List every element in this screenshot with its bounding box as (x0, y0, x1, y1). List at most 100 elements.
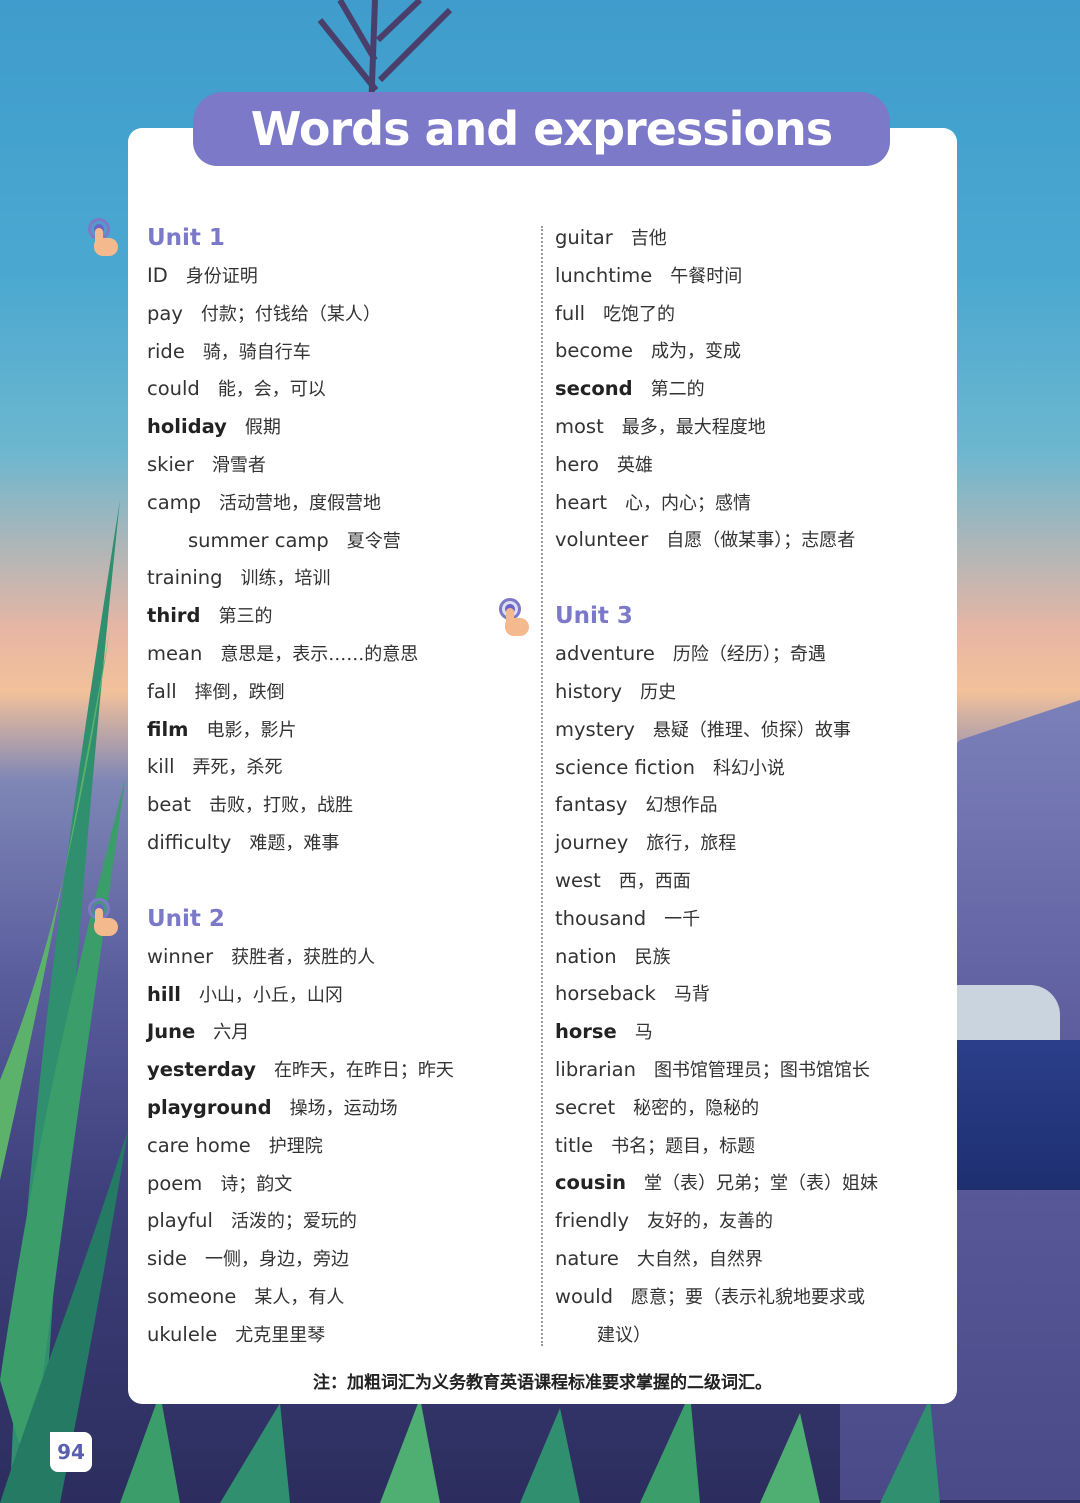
list-item: adventure 历险（经历）；奇遇 (555, 635, 935, 673)
word-chinese: 科幻小说 (712, 757, 785, 779)
word-chinese: 吉他 (630, 228, 667, 249)
word-english: side (147, 1247, 187, 1271)
list-item: skier 滑雪者 (147, 446, 532, 484)
list-item: friendly 友好的，友善的 (555, 1202, 935, 1240)
word-chinese: 堂（表）兄弟；堂（表）姐妹 (644, 1173, 879, 1195)
word-chinese: 假期 (244, 417, 281, 439)
word-chinese: 民族 (634, 946, 671, 968)
word-english: thousand (555, 906, 647, 930)
word-chinese: 愿意；要（表示礼貌地要求或 (631, 1286, 866, 1308)
list-item: nature 大自然，自然界 (555, 1240, 935, 1278)
list-item: thousand 一千 (555, 900, 935, 938)
word-chinese: 最多，最大程度地 (621, 416, 766, 438)
word-chinese: 西，西面 (618, 870, 691, 892)
word-english: horseback (555, 982, 656, 1006)
page-number: 94 (50, 1432, 92, 1472)
word-english: fantasy (555, 793, 628, 817)
word-chinese: 一千 (664, 908, 701, 930)
word-chinese: 秘密的，隐秘的 (633, 1097, 760, 1119)
word-english: mystery (555, 717, 635, 741)
list-item: fall 摔倒，跌倒 (147, 673, 532, 711)
list-item: horse 马 (555, 1013, 935, 1051)
list-item: difficulty 难题，难事 (147, 824, 532, 862)
list-item: pay 付款；付钱给（某人） (147, 295, 532, 333)
list-item: cousin 堂（表）兄弟；堂（表）姐妹 (555, 1164, 935, 1202)
word-chinese: 历史 (640, 681, 677, 703)
word-chinese: 在昨天，在昨日；昨天 (273, 1060, 454, 1082)
unit-1-word-list: ID 身份证明 pay 付款；付钱给（某人） ride 骑，骑自行车 could 能，会，可以… (147, 257, 532, 862)
unit-2-word-list-continued: guitar 吉他 lunchtime 午餐时间 full 吃饱了的 become 成为，变成… (555, 219, 935, 559)
word-english: training (147, 566, 223, 590)
word-english: summer camp (188, 528, 329, 552)
list-item: summer camp 夏令营 (147, 522, 532, 560)
pointing-hand-icon[interactable] (499, 598, 535, 638)
word-english: playground (147, 1095, 272, 1119)
word-chinese: 诗；韵文 (220, 1173, 293, 1195)
word-english: nation (555, 944, 617, 968)
word-chinese: 英雄 (616, 454, 653, 476)
word-english: could (147, 377, 200, 401)
word-chinese: 获胜者，获胜的人 (231, 946, 376, 968)
word-chinese: 夏令营 (346, 530, 401, 552)
word-chinese: 旅行，旅程 (646, 833, 737, 855)
list-item: nation 民族 (555, 938, 935, 976)
word-english: June (147, 1020, 196, 1044)
word-english: beat (147, 793, 191, 817)
list-item: history 历史 (555, 673, 935, 711)
word-english: winner (147, 944, 214, 968)
list-item: full 吃饱了的 (555, 295, 935, 333)
list-item: guitar 吉他 (555, 219, 935, 257)
word-chinese: 六月 (213, 1022, 250, 1044)
word-english: someone (147, 1284, 237, 1308)
word-english: become (555, 339, 634, 363)
word-english: care home (147, 1133, 251, 1157)
list-item: mean 意思是，表示……的意思 (147, 635, 532, 673)
word-chinese: 吃饱了的 (603, 303, 676, 325)
word-english: history (555, 679, 623, 703)
footnote: 注：加粗词汇为义务教育英语课程标准要求掌握的二级词汇。 (313, 1373, 772, 1393)
list-item: horseback 马背 (555, 975, 935, 1013)
pointing-hand-icon[interactable] (88, 898, 124, 938)
word-chinese: 活泼的；爱玩的 (230, 1211, 357, 1233)
list-item: ride 骑，骑自行车 (147, 333, 532, 371)
word-chinese: 骑，骑自行车 (202, 341, 311, 363)
unit-3-word-list: adventure 历险（经历）；奇遇 history 历史 mystery 悬疑（推理、… (555, 635, 935, 1315)
word-chinese: 尤克里里琴 (235, 1324, 326, 1346)
word-english: third (147, 604, 201, 628)
word-english: secret (555, 1095, 616, 1119)
word-chinese: 成为，变成 (651, 341, 742, 363)
word-english: yesterday (147, 1058, 256, 1082)
word-english: skier (147, 452, 194, 476)
list-item: ID 身份证明 (147, 257, 532, 295)
right-column: guitar 吉他 lunchtime 午餐时间 full 吃饱了的 become 成为，变成… (555, 219, 935, 1353)
word-chinese: 某人，有人 (254, 1286, 345, 1308)
word-chinese: 击败，打败，战胜 (208, 795, 353, 817)
word-chinese: 意思是，表示……的意思 (220, 643, 419, 665)
word-english: camp (147, 490, 202, 514)
unit-3-heading: Unit 3 (555, 603, 633, 630)
list-item: side 一侧，身边，旁边 (147, 1240, 532, 1278)
word-english: horse (555, 1020, 617, 1044)
column-divider (541, 226, 543, 1346)
word-english: most (555, 414, 604, 438)
word-english: would (555, 1284, 614, 1308)
list-item: hero 英雄 (555, 446, 935, 484)
list-item: camp 活动营地，度假营地 (147, 484, 532, 522)
word-english: guitar (555, 226, 613, 249)
list-item: fantasy 幻想作品 (555, 786, 935, 824)
word-english: nature (555, 1246, 619, 1270)
list-item: secret 秘密的，隐秘的 (555, 1089, 935, 1127)
list-item: become 成为，变成 (555, 332, 935, 370)
word-chinese: 自愿（做某事）；志愿者 (666, 530, 856, 552)
word-english: science fiction (555, 755, 695, 779)
list-item: could 能，会，可以 (147, 370, 532, 408)
word-chinese: 第三的 (218, 606, 273, 628)
word-chinese: 付款；付钱给（某人） (200, 303, 381, 325)
list-item: beat 击败，打败，战胜 (147, 786, 532, 824)
list-item: training 训练，培训 (147, 559, 532, 597)
word-english: adventure (555, 642, 655, 666)
word-english: lunchtime (555, 263, 653, 287)
pointing-hand-icon[interactable] (88, 218, 124, 258)
unit-2-heading: Unit 2 (147, 905, 225, 932)
word-chinese: 历险（经历）；奇遇 (672, 644, 826, 666)
